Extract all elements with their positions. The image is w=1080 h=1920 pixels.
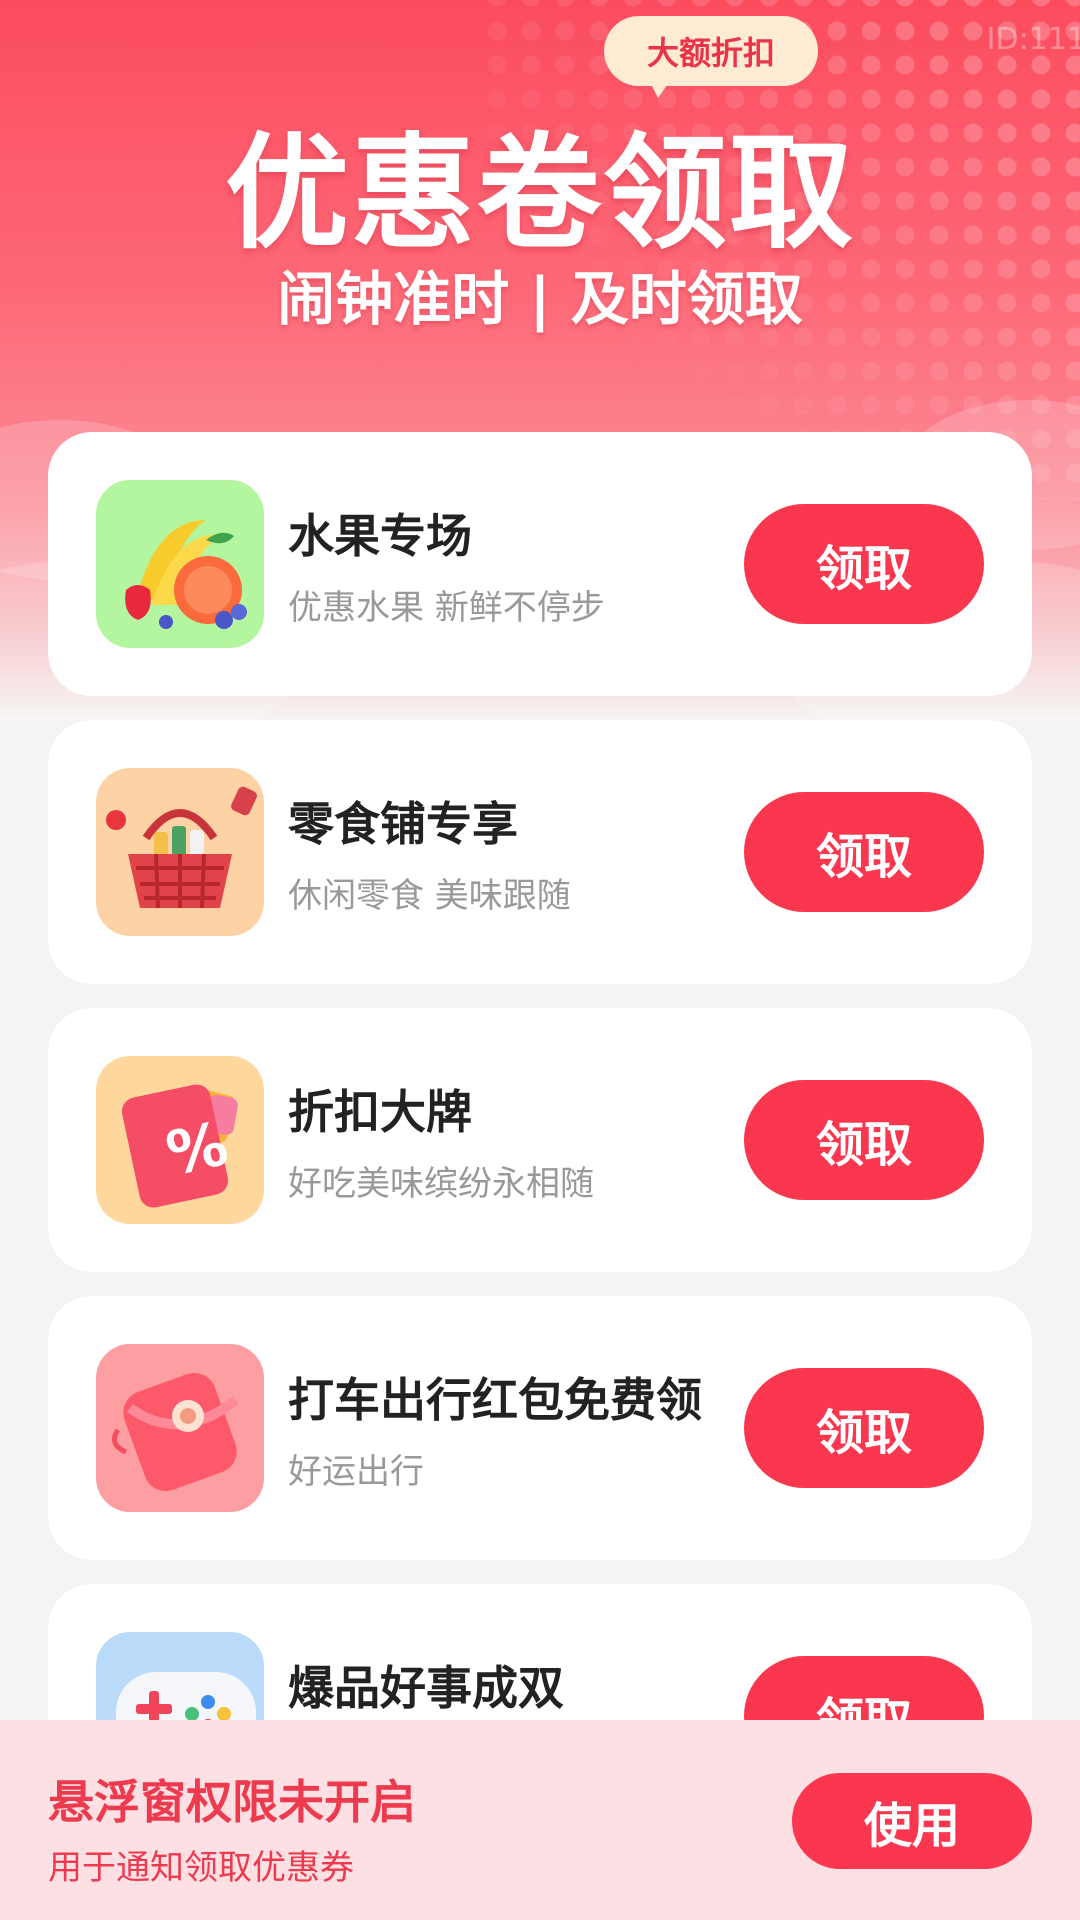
discount-badge: 大额折扣 — [604, 16, 818, 86]
coupon-desc: 优惠水果 新鲜不停步 — [288, 588, 605, 628]
discount-coupon-icon: % — [96, 1056, 264, 1224]
page-title: 优惠卷领取 — [224, 122, 855, 266]
coupon-title: 折扣大牌 — [288, 1085, 472, 1139]
coupon-title: 水果专场 — [288, 509, 472, 563]
shopping-basket-icon — [96, 768, 264, 936]
claim-button[interactable]: 领取 — [744, 1080, 984, 1200]
claim-button[interactable]: 领取 — [744, 792, 984, 912]
red-envelope-icon — [96, 1344, 264, 1512]
claim-button[interactable]: 领取 — [744, 504, 984, 624]
claim-button[interactable]: 领取 — [744, 1368, 984, 1488]
coupon-card-discount: % 折扣大牌 好吃美味缤纷永相随 领取 — [48, 1008, 1032, 1272]
enable-permission-button[interactable]: 使用 — [792, 1773, 1032, 1869]
coupon-desc: 休闲零食 美味跟随 — [288, 876, 571, 916]
id-label: ID:111 — [986, 22, 1080, 57]
fruit-basket-icon — [96, 480, 264, 648]
banner-title: 悬浮窗权限未开启 — [48, 1775, 416, 1829]
permission-banner: 悬浮窗权限未开启 用于通知领取优惠券 使用 — [0, 1720, 1080, 1920]
coupon-card-snacks: 零食铺专享 休闲零食 美味跟随 领取 — [48, 720, 1032, 984]
coupon-title: 打车出行红包免费领 — [288, 1373, 702, 1427]
coupon-desc: 好吃美味缤纷永相随 — [288, 1164, 594, 1204]
coupon-desc: 好运出行 — [288, 1452, 424, 1492]
page-subtitle: 闹钟准时 | 及时领取 — [277, 265, 803, 333]
coupon-title: 爆品好事成双 — [288, 1661, 564, 1715]
coupon-card-fruit: 水果专场 优惠水果 新鲜不停步 领取 — [48, 432, 1032, 696]
banner-subtitle: 用于通知领取优惠券 — [48, 1848, 354, 1888]
coupon-title: 零食铺专享 — [288, 797, 518, 851]
coupon-card-taxi: 打车出行红包免费领 好运出行 领取 — [48, 1296, 1032, 1560]
